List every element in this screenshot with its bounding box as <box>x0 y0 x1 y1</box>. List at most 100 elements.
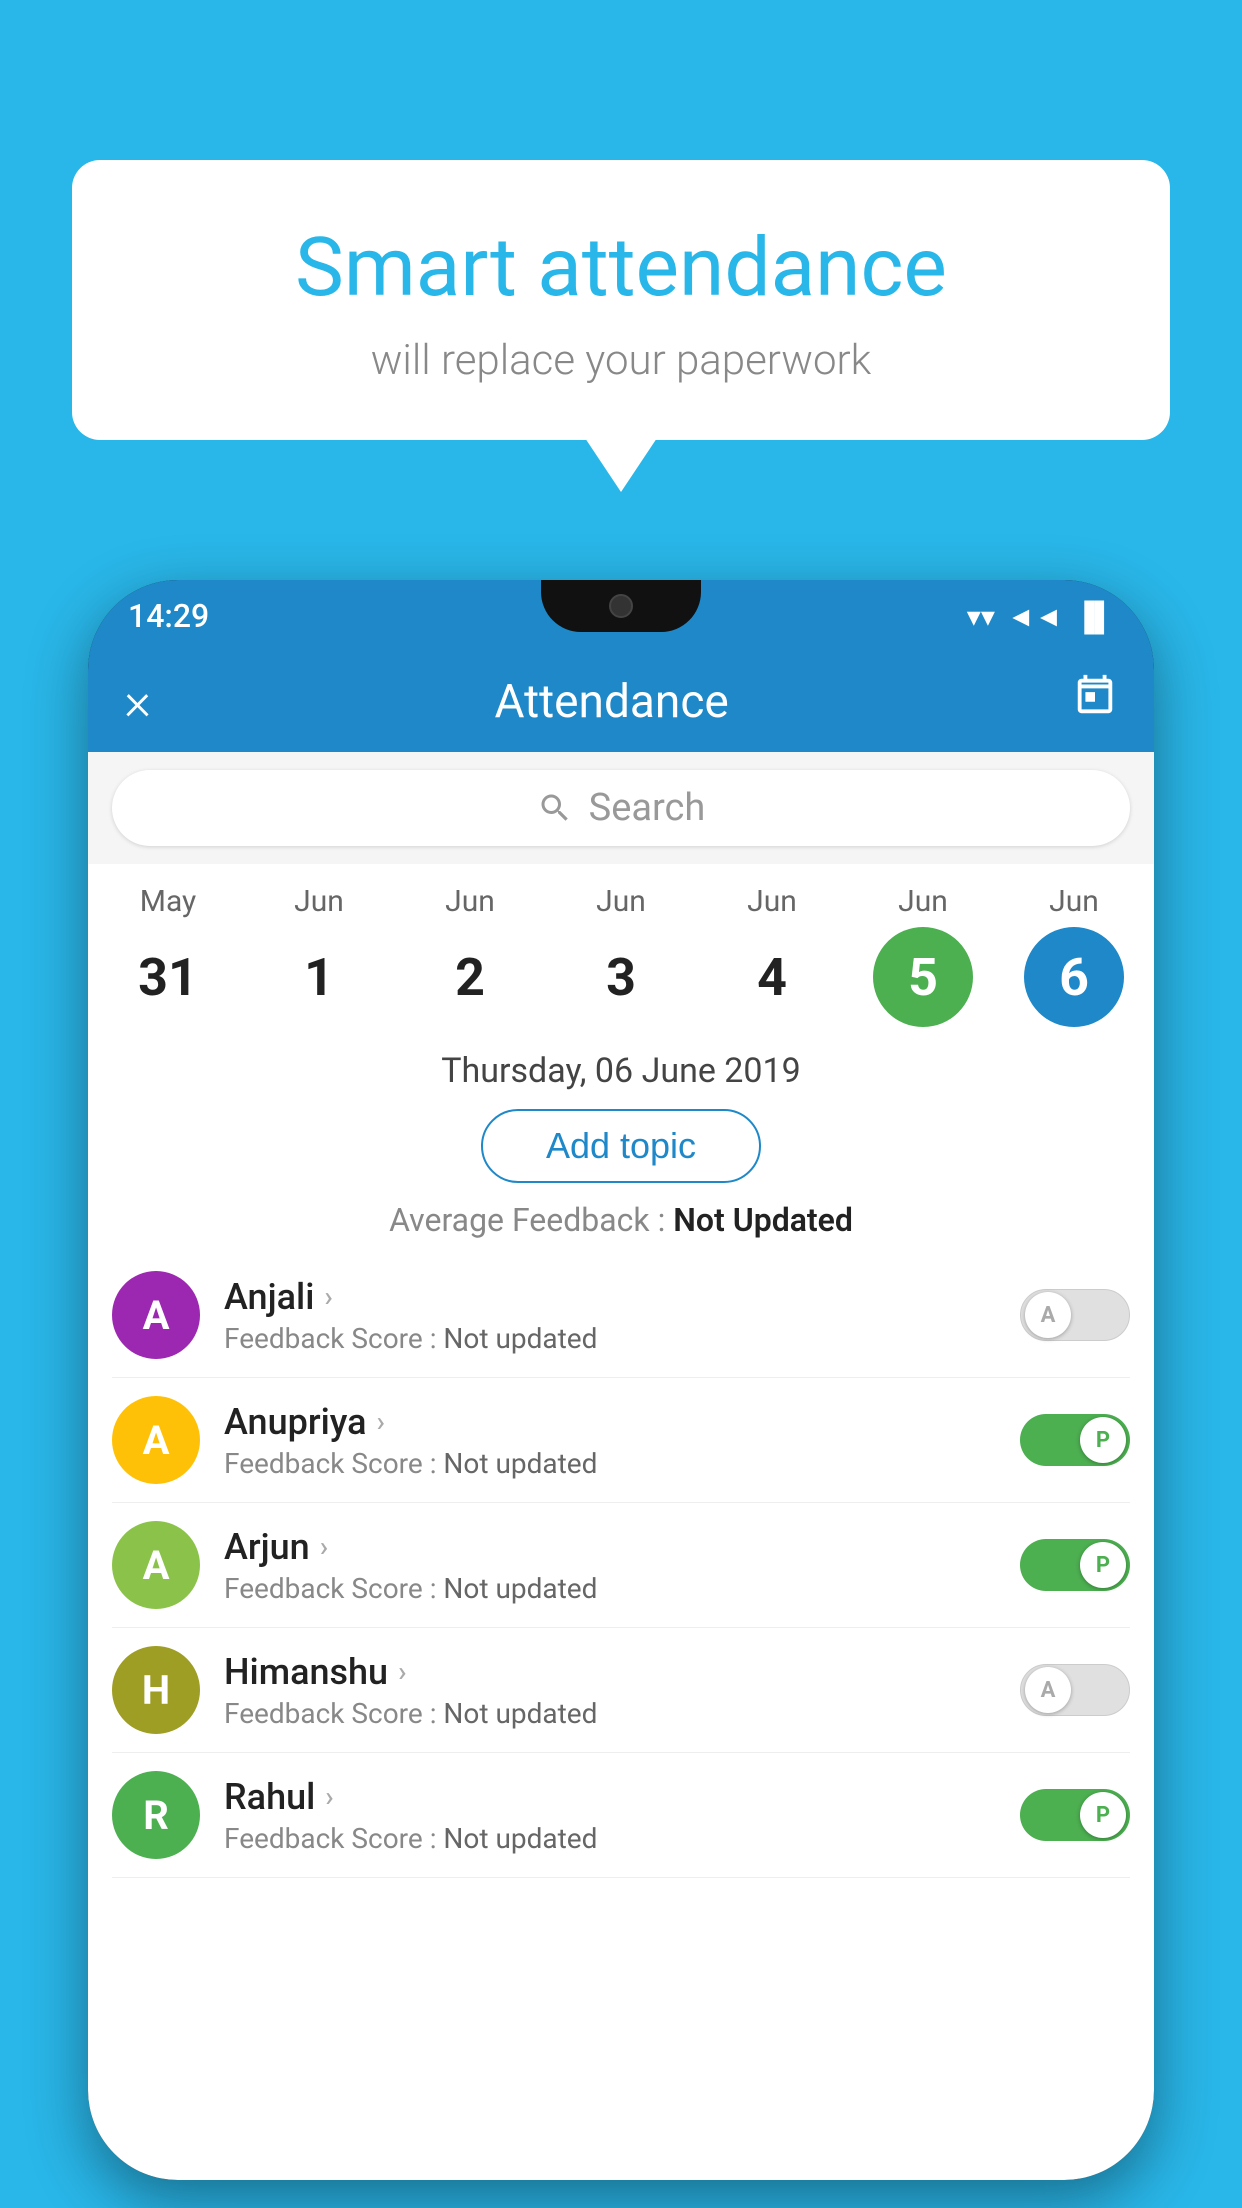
student-item[interactable]: AArjun ›Feedback Score : Not updatedP <box>112 1503 1130 1628</box>
status-time: 14:29 <box>128 597 209 635</box>
cal-date-number: 3 <box>571 927 671 1027</box>
selected-date-label: Thursday, 06 June 2019 <box>88 1037 1154 1101</box>
cal-month-label: Jun <box>294 884 344 919</box>
attendance-toggle[interactable]: A <box>1020 1289 1130 1341</box>
cal-month-label: Jun <box>747 884 797 919</box>
student-name-text: Anjali <box>224 1276 314 1318</box>
calendar-day[interactable]: Jun 5 <box>853 884 993 1027</box>
search-field[interactable]: Search <box>112 770 1130 846</box>
attendance-toggle[interactable]: P <box>1020 1539 1130 1591</box>
toggle-thumb: P <box>1080 1792 1126 1838</box>
status-bar: 14:29 ▾▾ ◄◄ ▐▌ <box>88 580 1154 652</box>
search-icon <box>537 790 573 826</box>
student-name: Anjali › <box>224 1276 996 1318</box>
student-info: Himanshu › Feedback Score : Not updated <box>224 1651 996 1730</box>
student-item[interactable]: H Himanshu › Feedback Score : Not updated A <box>112 1628 1130 1753</box>
attendance-toggle[interactable]: A <box>1020 1664 1130 1716</box>
status-icons: ▾▾ ◄◄ ▐▌ <box>967 600 1114 633</box>
calendar-day[interactable]: Jun 2 <box>400 884 540 1027</box>
toggle-thumb: A <box>1025 1667 1071 1713</box>
feedback-value: Not updated <box>443 1572 597 1605</box>
toggle-track: A <box>1020 1289 1130 1341</box>
feedback-label: Feedback Score : <box>224 1822 443 1855</box>
student-item[interactable]: A Anupriya › Feedback Score : Not updated P <box>112 1378 1130 1503</box>
toggle-thumb: P <box>1080 1417 1126 1463</box>
feedback-score: Feedback Score : Not updated <box>224 1697 996 1730</box>
student-name-text: Anupriya <box>224 1401 367 1443</box>
chevron-icon: › <box>320 1530 328 1563</box>
toggle-track: A <box>1020 1664 1130 1716</box>
feedback-score: Feedback Score : Not updated <box>224 1822 996 1855</box>
cal-date-number: 4 <box>722 927 822 1027</box>
cal-month-label: Jun <box>898 884 948 919</box>
avg-feedback-label: Average Feedback : <box>389 1201 673 1239</box>
phone-content: Search May 31 Jun 1 Jun 2 Jun3 Jun 4 Jun 5 Jun 6 Thu… <box>88 752 1154 2180</box>
battery-icon: ▐▌ <box>1074 600 1114 633</box>
student-name: Himanshu › <box>224 1651 996 1693</box>
cal-month-label: Jun <box>445 884 495 919</box>
cal-date-number: 2 <box>420 927 520 1027</box>
calendar-day[interactable]: Jun 1 <box>249 884 389 1027</box>
toggle-thumb: P <box>1080 1542 1126 1588</box>
phone-frame: 14:29 ▾▾ ◄◄ ▐▌ × Attendance Search <box>88 580 1154 2180</box>
cal-date-number: 5 <box>873 927 973 1027</box>
student-item[interactable]: R Rahul › Feedback Score : Not updated P <box>112 1753 1130 1878</box>
speech-bubble: Smart attendance will replace your paper… <box>72 160 1170 440</box>
feedback-value: Not updated <box>443 1322 597 1355</box>
calendar-day[interactable]: Jun3 <box>551 884 691 1027</box>
student-name: Anupriya › <box>224 1401 996 1443</box>
avg-feedback: Average Feedback : Not Updated <box>88 1197 1154 1253</box>
chevron-icon: › <box>398 1655 406 1688</box>
phone-notch <box>541 580 701 632</box>
calendar-day[interactable]: Jun 4 <box>702 884 842 1027</box>
chevron-icon: › <box>325 1780 333 1813</box>
feedback-label: Feedback Score : <box>224 1572 443 1605</box>
cal-month-label: May <box>140 884 196 919</box>
avatar: R <box>112 1771 200 1859</box>
feedback-label: Feedback Score : <box>224 1322 443 1355</box>
avg-feedback-value: Not Updated <box>673 1201 853 1239</box>
feedback-value: Not updated <box>443 1822 597 1855</box>
search-placeholder: Search <box>589 786 706 830</box>
feedback-label: Feedback Score : <box>224 1447 443 1480</box>
cal-month-label: Jun <box>1049 884 1099 919</box>
cal-date-number: 6 <box>1024 927 1124 1027</box>
feedback-score: Feedback Score : Not updated <box>224 1447 996 1480</box>
cal-date-number: 1 <box>269 927 369 1027</box>
attendance-toggle[interactable]: P <box>1020 1789 1130 1841</box>
calendar-day[interactable]: May 31 <box>98 884 238 1027</box>
student-name-text: Himanshu <box>224 1651 388 1693</box>
avatar: A <box>112 1271 200 1359</box>
toggle-track: P <box>1020 1539 1130 1591</box>
calendar-day[interactable]: Jun 6 <box>1004 884 1144 1027</box>
toggle-track: P <box>1020 1789 1130 1841</box>
cal-date-number: 31 <box>118 927 218 1027</box>
student-info: Arjun ›Feedback Score : Not updated <box>224 1526 996 1605</box>
calendar-icon <box>1072 673 1118 719</box>
feedback-score: Feedback Score : Not updated <box>224 1572 996 1605</box>
feedback-label: Feedback Score : <box>224 1697 443 1730</box>
feedback-value: Not updated <box>443 1447 597 1480</box>
header-title: Attendance <box>181 675 1042 729</box>
calendar-button[interactable] <box>1072 673 1118 731</box>
student-list: AAnjali ›Feedback Score : Not updatedAAA… <box>88 1253 1154 1878</box>
add-topic-button[interactable]: Add topic <box>481 1109 761 1183</box>
avatar: H <box>112 1646 200 1734</box>
toggle-thumb: A <box>1025 1292 1071 1338</box>
student-info: Anupriya › Feedback Score : Not updated <box>224 1401 996 1480</box>
student-name-text: Rahul <box>224 1776 315 1818</box>
bubble-subtitle: will replace your paperwork <box>122 336 1120 385</box>
chevron-icon: › <box>324 1280 332 1313</box>
student-item[interactable]: A Anjali › Feedback Score : Not updated A <box>112 1253 1130 1378</box>
app-header: × Attendance <box>88 652 1154 752</box>
bubble-title: Smart attendance <box>122 220 1120 316</box>
calendar-strip: May 31 Jun 1 Jun 2 Jun3 Jun 4 Jun 5 Jun 6 <box>88 864 1154 1037</box>
feedback-value: Not updated <box>443 1697 597 1730</box>
avatar: A <box>112 1396 200 1484</box>
attendance-toggle[interactable]: P <box>1020 1414 1130 1466</box>
student-info: Anjali › Feedback Score : Not updated <box>224 1276 996 1355</box>
student-name: Rahul › <box>224 1776 996 1818</box>
search-bar-container: Search <box>88 752 1154 864</box>
toggle-track: P <box>1020 1414 1130 1466</box>
close-button[interactable]: × <box>124 676 151 728</box>
